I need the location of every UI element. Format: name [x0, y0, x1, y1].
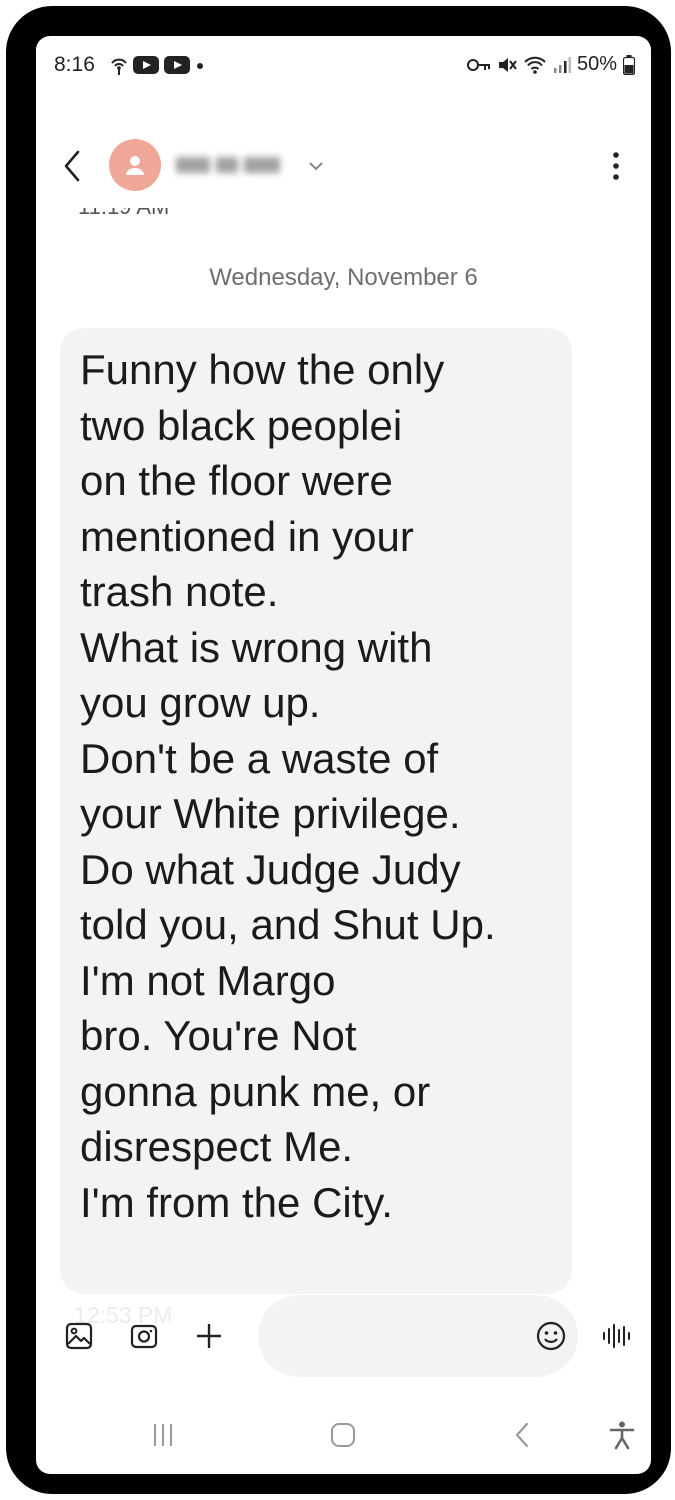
add-attachment-button[interactable]	[192, 1319, 226, 1353]
recents-icon	[154, 1424, 172, 1446]
back-button[interactable]	[58, 148, 88, 184]
recents-button[interactable]	[143, 1415, 183, 1455]
signal-icon	[553, 56, 571, 73]
chevron-down-icon[interactable]	[306, 156, 326, 176]
contact-name-redacted[interactable]	[176, 153, 294, 177]
device-frame: 8:16 50% Wednesday, November 6 Funny how…	[6, 6, 671, 1494]
voice-record-button[interactable]	[600, 1319, 634, 1353]
gallery-icon	[65, 1322, 93, 1350]
status-time: 8:16	[54, 53, 95, 76]
system-navigation-bar	[36, 1401, 651, 1474]
phone-screen: 8:16 50% Wednesday, November 6 Funny how…	[36, 36, 651, 1474]
person-icon	[126, 156, 144, 175]
more-options-button[interactable]	[611, 150, 621, 184]
conversation-header	[36, 136, 651, 196]
emoji-icon	[536, 1321, 566, 1351]
accessibility-icon	[609, 1421, 635, 1450]
message-composer	[36, 1291, 651, 1411]
message-bubble[interactable]: Funny how the only two black peoplei on …	[60, 328, 572, 1294]
voice-icon	[603, 1324, 630, 1348]
message-input-container[interactable]	[258, 1295, 578, 1377]
battery-percent: 50%	[576, 53, 617, 75]
accessibility-button[interactable]	[602, 1415, 642, 1455]
date-separator: Wednesday, November 6	[209, 264, 478, 291]
status-left-icons	[110, 55, 205, 75]
dot-icon	[197, 63, 203, 69]
message-input[interactable]	[278, 1315, 522, 1357]
message-timestamp-previous: 11:19 AM	[78, 208, 169, 219]
youtube-icon	[164, 56, 190, 74]
back-nav-icon	[515, 1422, 529, 1448]
mute-icon	[498, 57, 517, 72]
status-bar: 8:16 50%	[36, 36, 651, 96]
add-icon	[197, 1324, 221, 1348]
back-icon	[64, 150, 80, 182]
emoji-button[interactable]	[532, 1317, 570, 1355]
more-vert-icon	[613, 152, 619, 180]
home-button[interactable]	[323, 1415, 363, 1455]
contact-avatar[interactable]	[109, 139, 161, 191]
wifi-icon	[524, 56, 546, 74]
gallery-button[interactable]	[62, 1319, 96, 1353]
camera-icon	[130, 1324, 158, 1349]
hotspot-icon	[111, 58, 127, 75]
status-right-icons: 50%	[466, 53, 635, 76]
home-icon	[331, 1423, 355, 1447]
vpn-key-icon	[466, 58, 490, 71]
back-nav-button[interactable]	[503, 1415, 543, 1455]
camera-button[interactable]	[127, 1319, 161, 1353]
message-text: Funny how the only two black peoplei on …	[80, 346, 496, 1226]
youtube-icon	[133, 56, 159, 74]
battery-icon	[623, 54, 635, 75]
